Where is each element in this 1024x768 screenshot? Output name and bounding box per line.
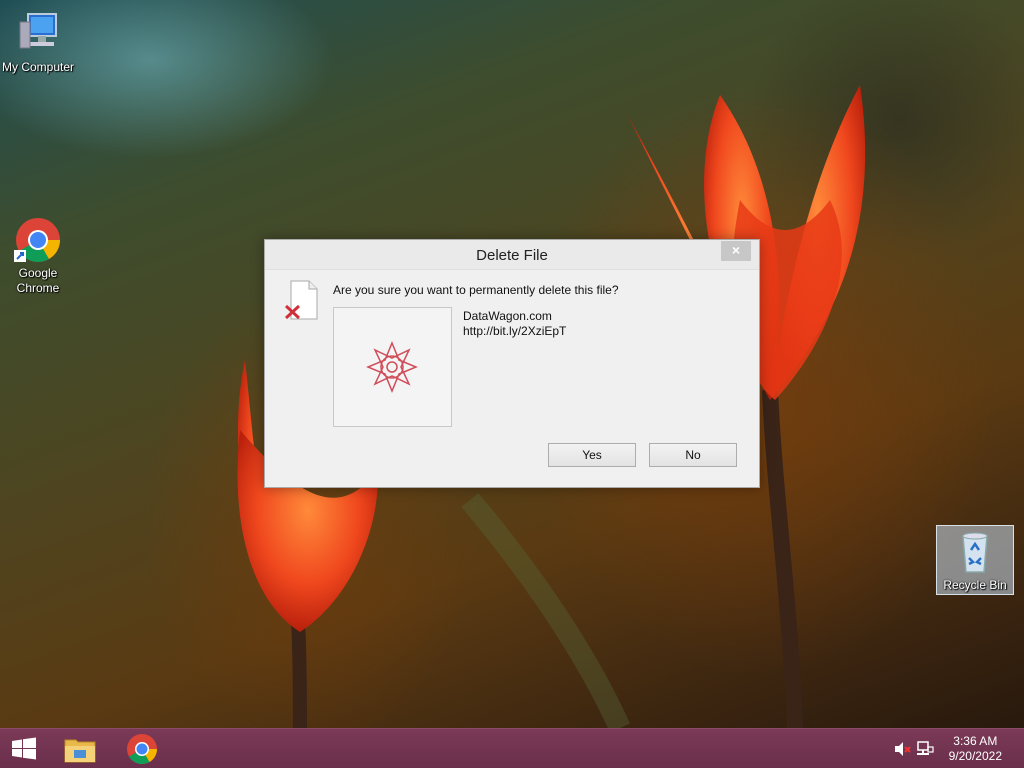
taskbar-chrome[interactable] <box>124 732 160 766</box>
start-button[interactable] <box>6 732 42 766</box>
desktop-icon-label: Google Chrome <box>16 266 60 295</box>
file-thumbnail <box>333 307 452 427</box>
file-name: DataWagon.com <box>463 309 552 323</box>
dialog-title: Delete File <box>476 247 548 264</box>
start-icon <box>12 737 36 760</box>
computer-icon <box>14 10 62 58</box>
rosette-icon <box>366 341 418 393</box>
chrome-icon <box>14 216 62 264</box>
network-icon[interactable] <box>916 741 934 757</box>
delete-file-dialog: Delete File × Are you sure you want to p… <box>264 239 760 488</box>
clock-time: 3:36 AM <box>953 734 998 748</box>
desktop-icon-label: Recycle Bin <box>943 578 1007 592</box>
taskbar-file-explorer[interactable] <box>62 732 98 766</box>
clock[interactable]: 3:36 AM 9/20/2022 <box>949 734 1002 764</box>
yes-button[interactable]: Yes <box>548 443 636 467</box>
chrome-icon <box>127 734 157 765</box>
dialog-titlebar[interactable]: Delete File × <box>265 240 759 270</box>
confirm-question: Are you sure you want to permanently del… <box>333 283 619 297</box>
file-link: http://bit.ly/2XziEpT <box>463 324 567 338</box>
desktop-icon-my-computer[interactable]: My Computer <box>0 10 76 75</box>
close-button[interactable]: × <box>721 241 751 261</box>
recycle-bin-icon <box>951 528 999 576</box>
no-button[interactable]: No <box>649 443 737 467</box>
clock-date: 9/20/2022 <box>948 749 1002 763</box>
desktop-icon-recycle-bin[interactable]: Recycle Bin <box>936 525 1014 595</box>
file-explorer-icon <box>64 739 96 763</box>
speaker-muted-icon[interactable] <box>894 741 912 757</box>
desktop-icon-label: My Computer <box>1 60 75 74</box>
taskbar: 3:36 AM 9/20/2022 <box>0 728 1024 768</box>
delete-file-icon <box>284 280 319 320</box>
system-tray: 3:36 AM 9/20/2022 <box>884 729 1024 768</box>
desktop-icon-google-chrome[interactable]: Google Chrome <box>0 216 76 296</box>
